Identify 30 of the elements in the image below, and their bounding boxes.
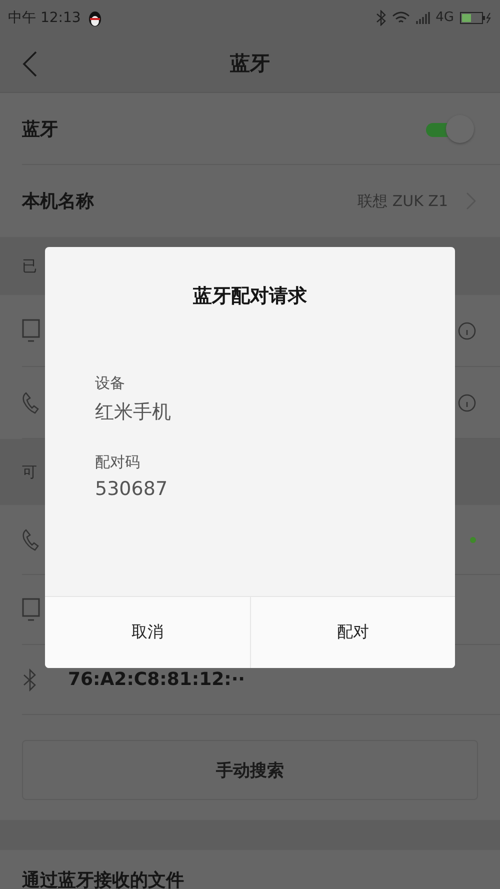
setting-label: 本机名称	[22, 190, 94, 213]
phone-icon	[22, 528, 40, 550]
toggle-switch[interactable]	[424, 114, 476, 142]
manual-search-button[interactable]: 手动搜索	[22, 740, 478, 800]
back-icon[interactable]	[22, 51, 38, 77]
field-value: 红米手机	[95, 400, 172, 425]
field-value: 530687	[95, 478, 169, 500]
dialog-button[interactable]: 配对	[250, 597, 455, 668]
setting-label: 蓝牙	[22, 118, 58, 140]
network-type: 4G	[436, 10, 454, 25]
signal-icon	[416, 12, 430, 24]
dialog-button[interactable]: 取消	[45, 597, 250, 668]
received-files-row[interactable]: 通过蓝牙接收的文件	[0, 850, 500, 889]
bluetooth-icon	[376, 10, 386, 26]
received-files-label[interactable]: 通过蓝牙接收的文件	[22, 868, 184, 889]
battery-icon	[460, 12, 492, 24]
monitor-icon	[22, 318, 40, 342]
penguin-icon	[86, 8, 103, 26]
monitor-icon	[22, 598, 40, 622]
field-label: 设备	[95, 374, 126, 393]
status-time: 中午 12:13	[8, 8, 81, 26]
phone-icon	[22, 392, 40, 414]
wifi-icon	[392, 10, 410, 24]
field-label: 配对码	[95, 453, 141, 472]
device-name: 76:A2:C8:81:12:··	[68, 669, 246, 690]
info-icon[interactable]	[458, 394, 476, 412]
page-title: 蓝牙	[230, 50, 270, 77]
info-icon[interactable]	[458, 322, 476, 340]
dialog-title: 蓝牙配对请求	[193, 285, 307, 307]
bluetooth-icon	[22, 668, 38, 692]
